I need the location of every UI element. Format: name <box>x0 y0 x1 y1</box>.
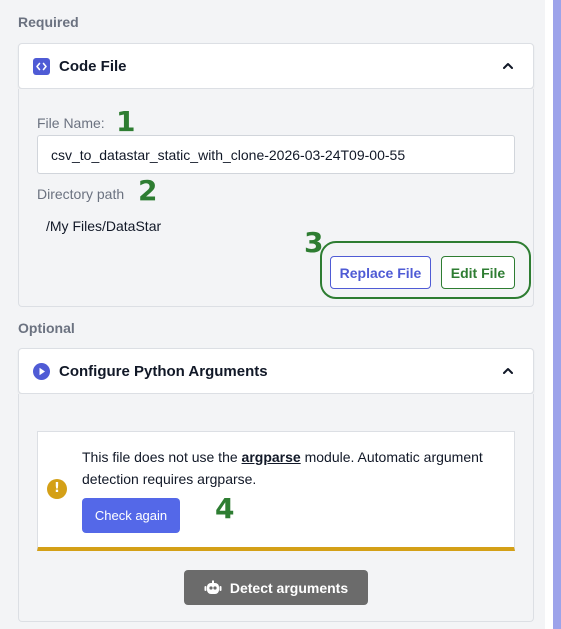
panel-divider <box>545 0 553 629</box>
argparse-keyword: argparse <box>241 449 301 465</box>
scrollbar-track[interactable] <box>553 0 561 629</box>
python-args-title: Configure Python Arguments <box>59 363 268 380</box>
detect-arguments-button[interactable]: Detect arguments <box>184 570 368 605</box>
annotation-4: 4 <box>215 492 235 525</box>
python-args-header[interactable]: Configure Python Arguments <box>18 348 534 394</box>
code-file-title: Code File <box>59 58 127 75</box>
chevron-up-icon[interactable] <box>501 364 515 378</box>
annotation-2: 2 <box>138 174 158 207</box>
warning-icon: ! <box>47 479 67 499</box>
directory-path-value: /My Files/DataStar <box>46 218 162 234</box>
required-section-label: Required <box>18 14 79 30</box>
notice-message: This file does not use the argparse modu… <box>82 446 502 490</box>
play-circle-icon <box>33 363 50 380</box>
annotation-1: 1 <box>116 105 136 138</box>
edit-file-button[interactable]: Edit File <box>441 256 515 289</box>
file-name-input[interactable] <box>37 135 515 174</box>
code-icon <box>33 58 50 75</box>
file-name-label: File Name: <box>37 115 105 131</box>
code-file-header[interactable]: Code File <box>18 43 534 89</box>
replace-file-button[interactable]: Replace File <box>330 256 431 289</box>
chevron-up-icon[interactable] <box>501 59 515 73</box>
argparse-notice: ! This file does not use the argparse mo… <box>37 431 515 551</box>
directory-path-label: Directory path <box>37 186 125 202</box>
check-again-button[interactable]: Check again <box>82 498 180 533</box>
notice-text-before: This file does not use the <box>82 449 242 465</box>
detect-arguments-label: Detect arguments <box>229 579 349 596</box>
robot-icon <box>204 580 222 594</box>
optional-section-label: Optional <box>18 320 75 336</box>
